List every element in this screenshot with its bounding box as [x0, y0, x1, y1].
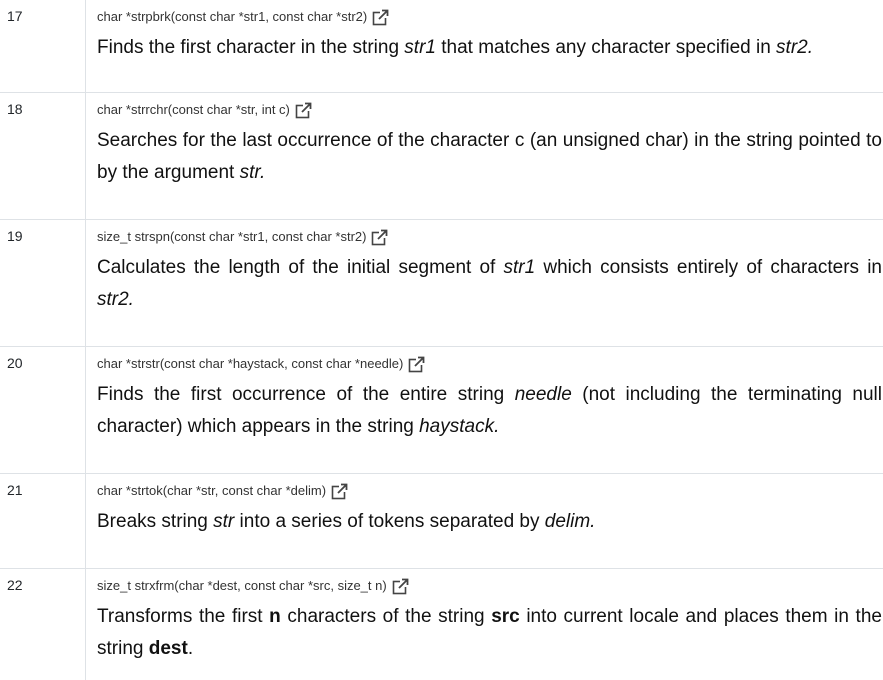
function-signature-link[interactable]: char *strtok(char *str, const char *deli… — [97, 482, 883, 500]
italic-term: str1 — [404, 37, 436, 58]
function-signature-link[interactable]: size_t strxfrm(char *dest, const char *s… — [97, 577, 883, 595]
signature-text: char *strtok(char *str, const char *deli… — [97, 483, 327, 498]
function-description: Searches for the last occurrence of the … — [97, 125, 883, 189]
external-link-icon[interactable] — [408, 356, 425, 373]
bold-term: dest — [148, 638, 188, 659]
italic-term: str2. — [776, 37, 813, 58]
italic-term: str — [213, 511, 235, 532]
row-number: 18 — [0, 93, 86, 219]
table-row: 22 size_t strxfrm(char *dest, const char… — [0, 569, 883, 680]
function-signature-link[interactable]: size_t strspn(const char *str1, const ch… — [97, 228, 883, 246]
row-content: char *strpbrk(const char *str1, const ch… — [86, 0, 883, 92]
bold-term: src — [491, 606, 520, 627]
row-content: char *strstr(const char *haystack, const… — [86, 347, 883, 473]
function-description: Calculates the length of the initial seg… — [97, 252, 883, 316]
description-text: into a series of tokens separated by — [234, 511, 545, 532]
table-row: 21 char *strtok(char *str, const char *d… — [0, 474, 883, 569]
function-description: Finds the first character in the string … — [97, 32, 883, 64]
function-signature-link[interactable]: char *strstr(const char *haystack, const… — [97, 355, 883, 373]
table-row: 17 char *strpbrk(const char *str1, const… — [0, 0, 883, 93]
description-text: that matches any character specified in — [435, 37, 777, 58]
table-row: 18 char *strrchr(const char *str, int c)… — [0, 93, 883, 220]
row-number: 22 — [0, 569, 86, 680]
external-link-icon[interactable] — [331, 483, 348, 500]
description-text: Breaks string — [97, 511, 214, 532]
function-description: Finds the first occurrence of the entire… — [97, 379, 883, 443]
description-text: Transforms the first — [97, 606, 270, 627]
external-link-icon[interactable] — [371, 229, 388, 246]
signature-text: char *strstr(const char *haystack, const… — [97, 356, 404, 371]
function-signature-link[interactable]: char *strpbrk(const char *str1, const ch… — [97, 8, 883, 26]
signature-text: char *strpbrk(const char *str1, const ch… — [97, 9, 368, 24]
signature-text: char *strrchr(const char *str, int c) — [97, 102, 290, 117]
italic-term: delim. — [544, 511, 596, 532]
description-text: characters of the string — [280, 606, 492, 627]
table-row: 19 size_t strspn(const char *str1, const… — [0, 220, 883, 347]
description-text: Finds the first occurrence of the entire… — [97, 384, 515, 405]
external-link-icon[interactable] — [295, 102, 312, 119]
function-signature-link[interactable]: char *strrchr(const char *str, int c) — [97, 101, 883, 119]
description-text: Searches for the last occurrence of the … — [97, 130, 882, 183]
description-text: Finds the first character in the string — [97, 37, 405, 58]
functions-table: 17 char *strpbrk(const char *str1, const… — [0, 0, 883, 680]
external-link-icon[interactable] — [372, 9, 389, 26]
bold-term: n — [269, 606, 281, 627]
italic-term: needle — [514, 384, 572, 405]
description-text: Calculates the length of the initial seg… — [97, 257, 504, 278]
description-text: which consists entirely of characters in — [535, 257, 882, 278]
function-description: Transforms the first n characters of the… — [97, 601, 883, 665]
row-number: 20 — [0, 347, 86, 473]
description-text: . — [187, 638, 194, 659]
row-number: 19 — [0, 220, 86, 346]
row-content: char *strtok(char *str, const char *deli… — [86, 474, 883, 568]
row-content: char *strrchr(const char *str, int c) Se… — [86, 93, 883, 219]
row-number: 17 — [0, 0, 86, 92]
italic-term: str2. — [97, 289, 134, 310]
signature-text: size_t strxfrm(char *dest, const char *s… — [97, 578, 387, 593]
row-content: size_t strxfrm(char *dest, const char *s… — [86, 569, 883, 680]
row-number: 21 — [0, 474, 86, 568]
external-link-icon[interactable] — [392, 578, 409, 595]
function-description: Breaks string str into a series of token… — [97, 506, 883, 538]
italic-term: str. — [239, 162, 266, 183]
row-content: size_t strspn(const char *str1, const ch… — [86, 220, 883, 346]
table-row: 20 char *strstr(const char *haystack, co… — [0, 347, 883, 474]
signature-text: size_t strspn(const char *str1, const ch… — [97, 229, 367, 244]
italic-term: haystack. — [419, 416, 500, 437]
italic-term: str1 — [503, 257, 536, 278]
